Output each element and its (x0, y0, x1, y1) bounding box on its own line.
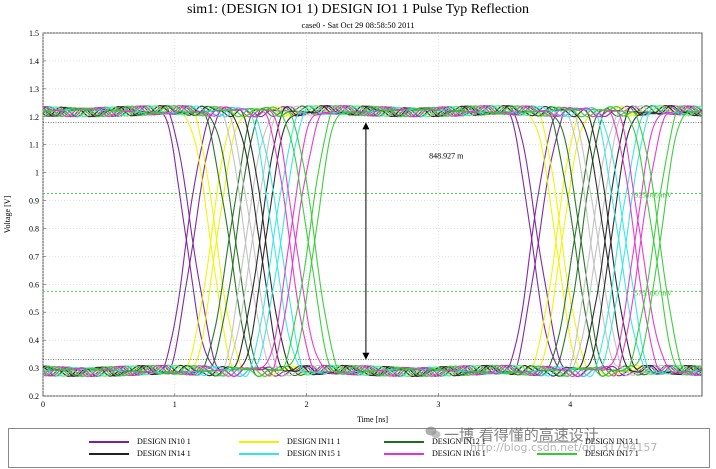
legend-label: DESIGN IN10 1 (137, 437, 191, 446)
wechat-icon (425, 426, 441, 439)
legend-swatch (239, 453, 279, 456)
legend-label: DESIGN IN15 1 (287, 449, 341, 458)
legend-item: DESIGN IN15 1 (239, 449, 341, 458)
x-tick-label: 4 (568, 400, 572, 409)
legend-label: DESIGN IN11 1 (287, 437, 341, 446)
y-tick-label: 1.5 (29, 29, 39, 38)
legend-item: DESIGN IN11 1 (239, 437, 340, 446)
y-tick-label: 0.8 (29, 224, 39, 233)
legend-item: DESIGN IN14 1 (89, 449, 191, 458)
y-tick-label: 0.7 (29, 252, 39, 261)
x-tick-label: 3 (436, 400, 440, 409)
y-tick-label: 1.2 (29, 113, 39, 122)
y-tick-label: 1 (35, 169, 39, 178)
y-tick-label: 0.5 (29, 308, 39, 317)
legend-swatch (384, 441, 424, 444)
legend-swatch (89, 441, 129, 444)
x-tick-label: 2 (305, 400, 309, 409)
x-tick-label: 1 (173, 400, 177, 409)
y-tick-label: 0.9 (29, 197, 39, 206)
legend-item: DESIGN IN10 1 (89, 437, 191, 446)
y-tick-label: 0.4 (29, 336, 39, 345)
x-tick-label: 0 (41, 400, 45, 409)
eye-diagram-chart: 0.2 0.3 0.4 0.5 0.6 0.7 0.8 0.9 1 1.1 1.2 1.3 1.4 1.5… (3, 29, 703, 424)
y-tick-label: 1.1 (29, 141, 39, 150)
legend-swatch (384, 453, 424, 456)
x-axis-label: Time [ns] (357, 415, 388, 424)
measurement-label: 848.927 m (429, 152, 464, 161)
legend-swatch (239, 441, 279, 444)
plot-area (42, 32, 703, 397)
watermark-url: http://blog.csdn.net/qq_31794157 (470, 441, 658, 454)
y-axis-label: Voltage [V] (3, 195, 12, 233)
y-tick-label: 1.4 (29, 57, 39, 66)
legend-label: DESIGN IN14 1 (137, 449, 191, 458)
y-tick-label: 0.2 (29, 392, 39, 401)
y-tick-label: 0.3 (29, 364, 39, 373)
y-tick-label: 1.3 (29, 85, 39, 94)
y-tick-label: 0.6 (29, 280, 39, 289)
legend-swatch (89, 453, 129, 456)
